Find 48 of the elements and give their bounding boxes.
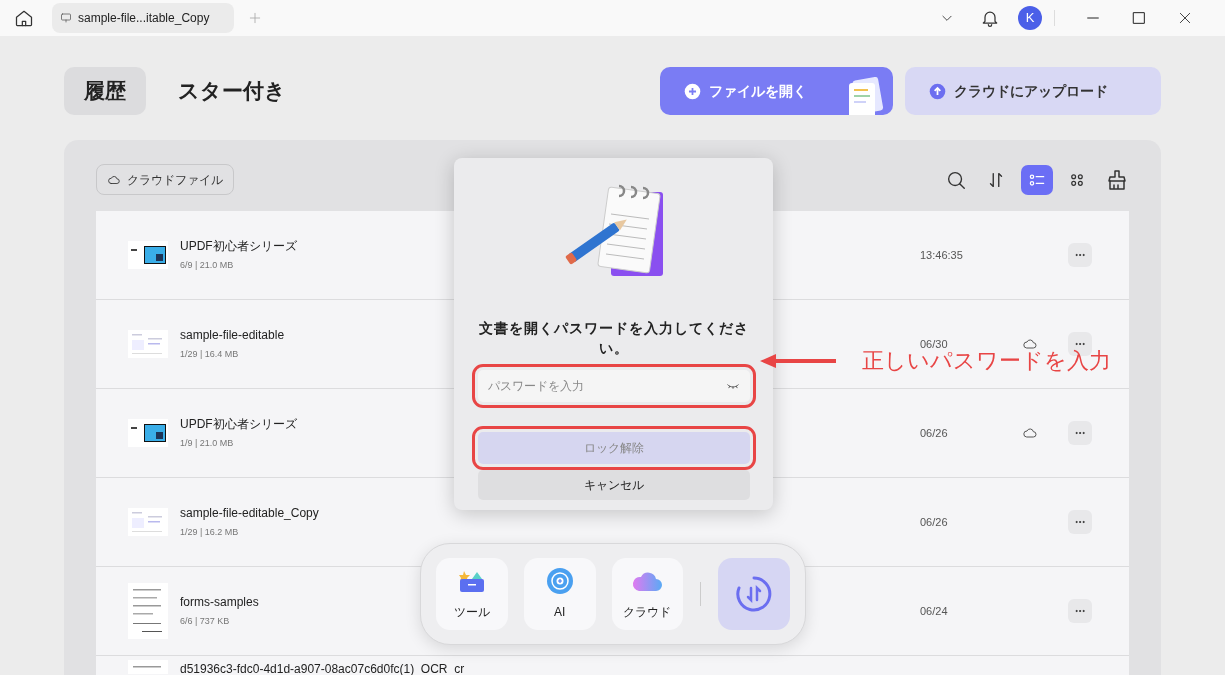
cancel-button[interactable]: キャンセル [477,470,750,500]
document-tab[interactable]: sample-file...itable_Copy [52,3,234,33]
dialog-message: 文書を開くパスワードを入力してください。 [477,319,750,358]
cloud-upload-button[interactable]: クラウドにアップロード [905,67,1161,115]
cloud-icon [632,570,663,592]
tools-dock-button[interactable]: ツール [436,558,508,630]
file-date: 06/30 [920,337,948,350]
file-name: sample-file-editable [180,327,285,345]
file-date: 13:46:35 [920,248,963,261]
ai-dock-button[interactable]: AI [523,558,596,630]
close-icon[interactable] [1177,10,1193,26]
brush-icon[interactable] [1105,167,1129,192]
file-name: UPDF初心者シリーズ [180,238,297,256]
file-info: 1/29 | 16.4 MB [180,348,239,362]
starred-tab[interactable]: スター付き [158,67,306,115]
file-date: 06/24 [920,604,948,617]
file-date: 06/26 [920,515,948,528]
avatar[interactable]: K [1018,6,1042,30]
monitor-icon [60,12,72,24]
file-row[interactable]: d51936c3-fdc0-4d1d-a907-08ac07c6d0fc(1)_OCR_cr [96,656,1129,675]
ai-orb-icon [545,567,574,595]
file-thumbnail [128,583,168,639]
more-button[interactable] [1068,599,1092,623]
file-thumbnail [128,508,168,536]
list-view-button[interactable] [1021,164,1053,195]
file-date: 06/26 [920,426,948,439]
file-name: d51936c3-fdc0-4d1d-a907-08ac07c6d0fc(1)_OCR_cr [180,661,465,675]
convert-dock-button[interactable] [718,558,790,630]
home-icon[interactable] [14,8,34,28]
plus-circle-icon [684,82,701,100]
file-name: sample-file-editable_Copy [180,505,319,523]
file-info: 6/9 | 21.0 MB [180,259,234,273]
history-tab[interactable]: 履歴 [64,67,146,115]
file-info: 1/9 | 21.0 MB [180,437,234,451]
maximize-icon[interactable] [1131,10,1147,26]
file-info: 1/29 | 16.2 MB [180,526,239,540]
file-thumbnail [128,419,168,447]
more-button[interactable] [1068,421,1092,445]
file-info: 6/6 | 737 KB [180,615,230,629]
upload-circle-icon [929,82,946,100]
file-name: forms-samples [180,594,259,612]
file-name: UPDF初心者シリーズ [180,416,297,434]
file-thumbnail [128,330,168,358]
cloud-dock-button[interactable]: クラウド [611,558,684,630]
toolbox-icon [458,569,485,593]
more-button[interactable] [1068,510,1092,534]
cloud-files-button[interactable]: クラウドファイル [96,164,234,195]
file-thumbnail [128,241,168,269]
